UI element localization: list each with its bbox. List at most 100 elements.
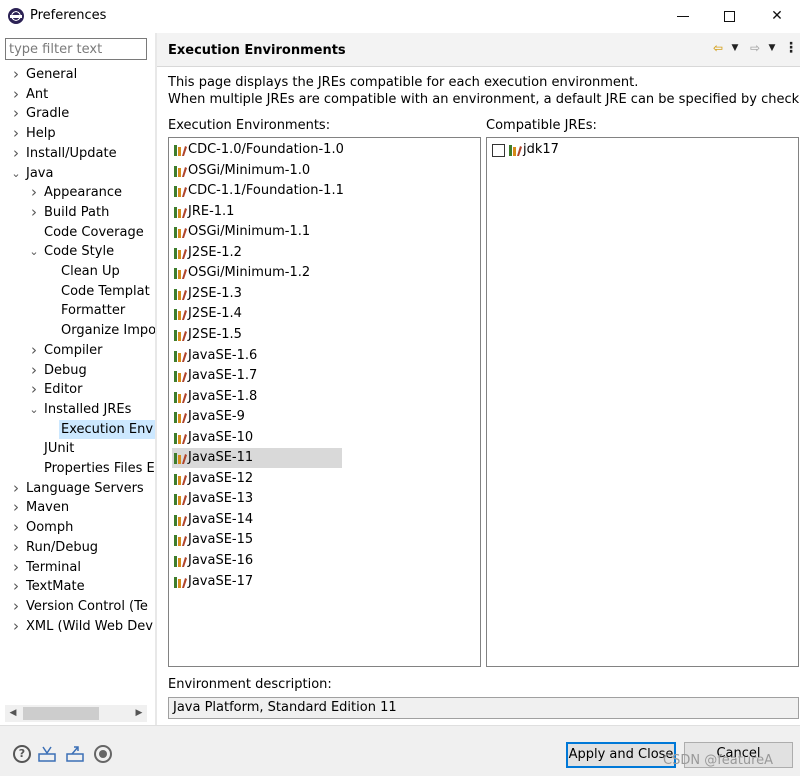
chevron-right-icon[interactable]: › — [10, 617, 22, 636]
tree-horizontal-scrollbar[interactable]: ◀ ▶ — [5, 705, 147, 722]
environment-name: JavaSE-14 — [188, 510, 253, 530]
tree-item[interactable]: ›Editor — [0, 380, 155, 399]
chevron-down-icon[interactable]: ⌄ — [10, 164, 22, 183]
environment-row[interactable]: JavaSE-17 — [172, 572, 342, 592]
environment-row[interactable]: J2SE-1.4 — [172, 304, 342, 324]
environment-row[interactable]: JavaSE-1.7 — [172, 366, 342, 386]
environment-row[interactable]: JavaSE-16 — [172, 551, 342, 571]
execution-environments-list[interactable]: CDC-1.0/Foundation-1.0OSGi/Minimum-1.0CD… — [168, 137, 481, 667]
close-button[interactable]: ✕ — [754, 0, 800, 32]
environment-row[interactable]: JavaSE-14 — [172, 510, 342, 530]
chevron-right-icon[interactable]: › — [10, 498, 22, 517]
environment-row[interactable]: JavaSE-1.6 — [172, 346, 342, 366]
chevron-right-icon[interactable]: › — [10, 65, 22, 84]
tree-item[interactable]: ›Install/Update — [0, 144, 155, 163]
tree-item[interactable]: Clean Up — [0, 262, 155, 281]
tree-item[interactable]: ›Terminal — [0, 558, 155, 577]
chevron-right-icon[interactable]: › — [28, 361, 40, 380]
tree-item[interactable]: ⌄Java — [0, 164, 155, 183]
environment-name: JavaSE-9 — [188, 407, 245, 427]
environment-row[interactable]: OSGi/Minimum-1.0 — [172, 161, 342, 181]
jre-row[interactable]: jdk17 — [490, 140, 610, 160]
tree-item[interactable]: Code Coverage — [0, 223, 155, 242]
tree-item[interactable]: Properties Files E — [0, 459, 155, 478]
forward-arrow-icon[interactable]: ⇨ — [747, 40, 763, 56]
chevron-right-icon[interactable]: › — [28, 380, 40, 399]
tree-item[interactable]: ⌄Installed JREs — [0, 400, 155, 419]
chevron-right-icon[interactable]: › — [28, 203, 40, 222]
tree-item[interactable]: ›General — [0, 65, 155, 84]
maximize-button[interactable] — [706, 0, 752, 32]
tree-item[interactable]: ›Version Control (Te — [0, 597, 155, 616]
chevron-right-icon[interactable]: › — [10, 558, 22, 577]
environment-row[interactable]: JavaSE-1.8 — [172, 387, 342, 407]
chevron-right-icon[interactable]: › — [10, 124, 22, 143]
export-preferences-icon[interactable] — [66, 745, 84, 763]
environment-icon — [174, 577, 187, 588]
chevron-right-icon[interactable]: › — [10, 104, 22, 123]
tree-item[interactable]: ›Run/Debug — [0, 538, 155, 557]
chevron-right-icon[interactable]: › — [10, 144, 22, 163]
chevron-right-icon[interactable]: › — [10, 597, 22, 616]
tree-item[interactable]: ›Ant — [0, 85, 155, 104]
tree-item[interactable]: ›Appearance — [0, 183, 155, 202]
import-preferences-icon[interactable] — [38, 745, 56, 763]
back-arrow-icon[interactable]: ⇦ — [710, 40, 726, 56]
chevron-down-icon[interactable]: ⌄ — [28, 242, 40, 261]
environment-row[interactable]: OSGi/Minimum-1.1 — [172, 222, 342, 242]
help-icon[interactable]: ? — [13, 745, 31, 763]
environment-name: JavaSE-10 — [188, 428, 253, 448]
tree-item[interactable]: ›Compiler — [0, 341, 155, 360]
environment-description-field[interactable]: Java Platform, Standard Edition 11 — [168, 697, 799, 719]
environment-row[interactable]: JavaSE-15 — [172, 530, 342, 550]
tree-item[interactable]: Code Templat — [0, 282, 155, 301]
environment-row[interactable]: JRE-1.1 — [172, 202, 342, 222]
apply-and-close-button[interactable]: Apply and Close — [566, 742, 676, 768]
tree-item[interactable]: JUnit — [0, 439, 155, 458]
jre-checkbox[interactable] — [492, 144, 505, 157]
environment-row[interactable]: J2SE-1.5 — [172, 325, 342, 345]
environment-row[interactable]: JavaSE-11 — [172, 448, 342, 468]
tree-item[interactable]: ⌄Code Style — [0, 242, 155, 261]
tree-item[interactable]: Organize Impo — [0, 321, 155, 340]
tree-item[interactable]: ›Help — [0, 124, 155, 143]
tree-item[interactable]: Formatter — [0, 301, 155, 320]
record-icon[interactable] — [94, 745, 112, 763]
chevron-right-icon[interactable]: › — [10, 85, 22, 104]
chevron-right-icon[interactable]: › — [10, 518, 22, 537]
chevron-right-icon[interactable]: › — [10, 538, 22, 557]
scroll-right-icon[interactable]: ▶ — [131, 705, 147, 722]
scroll-left-icon[interactable]: ◀ — [5, 705, 21, 722]
chevron-down-icon[interactable]: ⌄ — [28, 400, 40, 419]
environment-row[interactable]: JavaSE-13 — [172, 489, 342, 509]
tree-item[interactable]: ›XML (Wild Web Dev — [0, 617, 155, 636]
back-dropdown-icon[interactable]: ▼ — [727, 40, 743, 56]
tree-item[interactable]: Execution Env — [0, 420, 155, 439]
tree-item[interactable]: ›Oomph — [0, 518, 155, 537]
filter-input[interactable] — [5, 38, 147, 60]
environment-row[interactable]: J2SE-1.3 — [172, 284, 342, 304]
tree-item[interactable]: ›Build Path — [0, 203, 155, 222]
scroll-thumb[interactable] — [23, 707, 99, 720]
chevron-right-icon[interactable]: › — [10, 479, 22, 498]
tree-item[interactable]: ›TextMate — [0, 577, 155, 596]
compatible-jres-list[interactable]: jdk17 — [486, 137, 799, 667]
chevron-right-icon[interactable]: › — [10, 577, 22, 596]
tree-item[interactable]: ›Gradle — [0, 104, 155, 123]
view-menu-icon[interactable]: ⋮ — [783, 40, 799, 56]
environment-row[interactable]: JavaSE-10 — [172, 428, 342, 448]
tree-item[interactable]: ›Maven — [0, 498, 155, 517]
tree-item[interactable]: ›Debug — [0, 361, 155, 380]
environment-row[interactable]: CDC-1.1/Foundation-1.1 — [172, 181, 342, 201]
minimize-button[interactable] — [660, 0, 706, 32]
forward-dropdown-icon[interactable]: ▼ — [764, 40, 780, 56]
environment-row[interactable]: J2SE-1.2 — [172, 243, 342, 263]
chevron-right-icon[interactable]: › — [28, 341, 40, 360]
environment-row[interactable]: CDC-1.0/Foundation-1.0 — [172, 140, 342, 160]
environment-row[interactable]: OSGi/Minimum-1.2 — [172, 263, 342, 283]
preferences-tree[interactable]: ›General›Ant›Gradle›Help›Install/Update⌄… — [0, 65, 155, 705]
tree-item[interactable]: ›Language Servers — [0, 479, 155, 498]
environment-row[interactable]: JavaSE-9 — [172, 407, 342, 427]
environment-row[interactable]: JavaSE-12 — [172, 469, 342, 489]
chevron-right-icon[interactable]: › — [28, 183, 40, 202]
